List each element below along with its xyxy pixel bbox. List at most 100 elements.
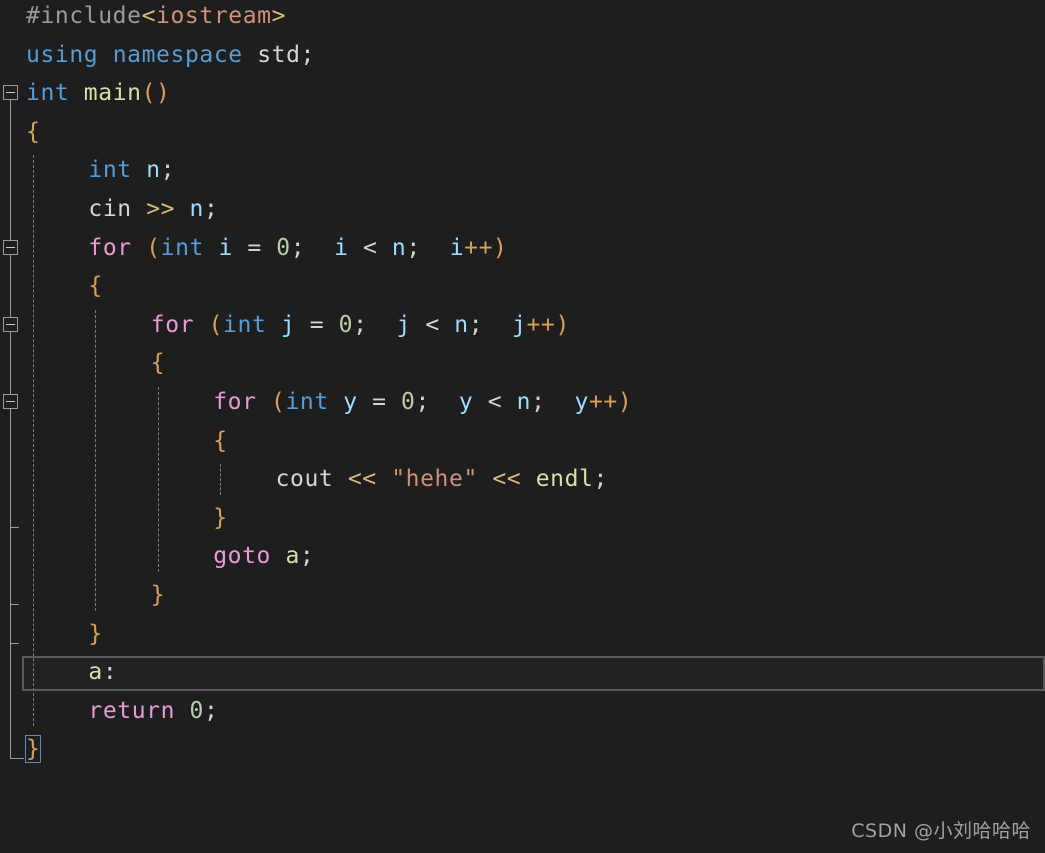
code-line[interactable]: { [0,113,1045,152]
code-token: n [516,389,532,415]
code-token: ; [290,234,306,261]
code-line-content: for (int i = 0; i < n; i++) [88,229,507,268]
code-line[interactable]: cout << "hehe" << endl; [0,460,1045,499]
code-line[interactable]: for (int y = 0; y < n; y++) [0,383,1045,422]
code-token: ++ [588,389,618,415]
code-token: 0 [401,389,416,415]
code-line[interactable]: { [0,267,1045,306]
code-token: ; [299,543,315,570]
code-token: int [285,389,329,415]
code-line-content: for (int j = 0; j < n; j++) [151,306,570,345]
code-token: } [24,735,42,764]
code-line[interactable]: } [0,576,1045,615]
code-token: ++ [526,311,556,338]
code-line[interactable]: int main() [0,74,1045,113]
code-token: a [88,659,103,686]
code-line[interactable]: goto a; [0,537,1045,576]
code-token: using [26,41,99,68]
code-line[interactable]: a: [0,653,1045,692]
code-token: >> [146,196,176,222]
code-line-content: return 0; [88,692,218,731]
code-line-content: using namespace std; [26,36,315,75]
code-line[interactable]: { [0,422,1045,461]
code-token: a [285,543,300,570]
code-line[interactable]: int n; [0,151,1045,190]
code-token: ( [270,389,286,415]
code-line[interactable]: cin >> n; [0,190,1045,229]
code-token: } [88,620,103,647]
code-line-content: #include<iostream> [26,0,286,36]
code-token: << [347,466,377,493]
code-token: 0 [338,311,354,338]
code-token: namespace [112,41,243,68]
code-line-content: } [213,499,227,538]
code-line[interactable]: for (int j = 0; j < n; j++) [0,306,1045,345]
code-line[interactable]: { [0,344,1045,383]
code-line-content: } [24,730,42,769]
code-token: < [362,234,378,261]
code-line[interactable]: for (int i = 0; i < n; i++) [0,229,1045,268]
code-line[interactable]: } [0,499,1045,538]
code-line-content: { [26,113,40,152]
code-token: = [309,311,325,338]
code-token: ; [415,389,430,415]
watermark-label: CSDN @小刘哈哈哈 [851,820,1031,842]
code-line[interactable]: } [0,730,1045,769]
code-line-content: { [88,267,102,306]
code-token: { [150,350,166,377]
code-token: goto [213,543,271,570]
code-token: } [150,582,166,608]
code-token: = [247,234,262,261]
code-token: i [449,234,465,261]
code-token: y [574,389,589,415]
code-token: n [454,311,469,338]
code-token: n [189,196,204,222]
code-editor[interactable]: #include<iostream> using namespace std; in… [0,0,1045,853]
code-line-content: int n; [88,151,175,190]
code-text-area[interactable]: #include<iostream> using namespace std; in… [0,0,1045,853]
code-token: { [213,427,228,454]
code-token: std [257,41,301,68]
code-line[interactable]: } [0,615,1045,654]
code-line-content: } [151,576,165,615]
code-line-content: cin >> n; [88,190,218,229]
code-line-content: cout << "hehe" << endl; [276,460,608,499]
code-line-content: int main() [26,74,171,113]
code-token: ; [593,466,608,493]
code-token: = [372,389,387,415]
code-token: j [396,311,411,338]
code-token: cout [275,466,334,493]
code-line[interactable]: #include<iostream> [0,0,1045,36]
code-line[interactable]: return 0; [0,692,1045,731]
code-token: int [160,234,204,261]
code-line[interactable]: using namespace std; [0,36,1045,75]
code-token: ) [555,311,570,338]
code-line-content: for (int y = 0; y < n; y++) [213,383,632,422]
code-token: j [280,311,296,338]
code-token: iostream [156,3,272,29]
